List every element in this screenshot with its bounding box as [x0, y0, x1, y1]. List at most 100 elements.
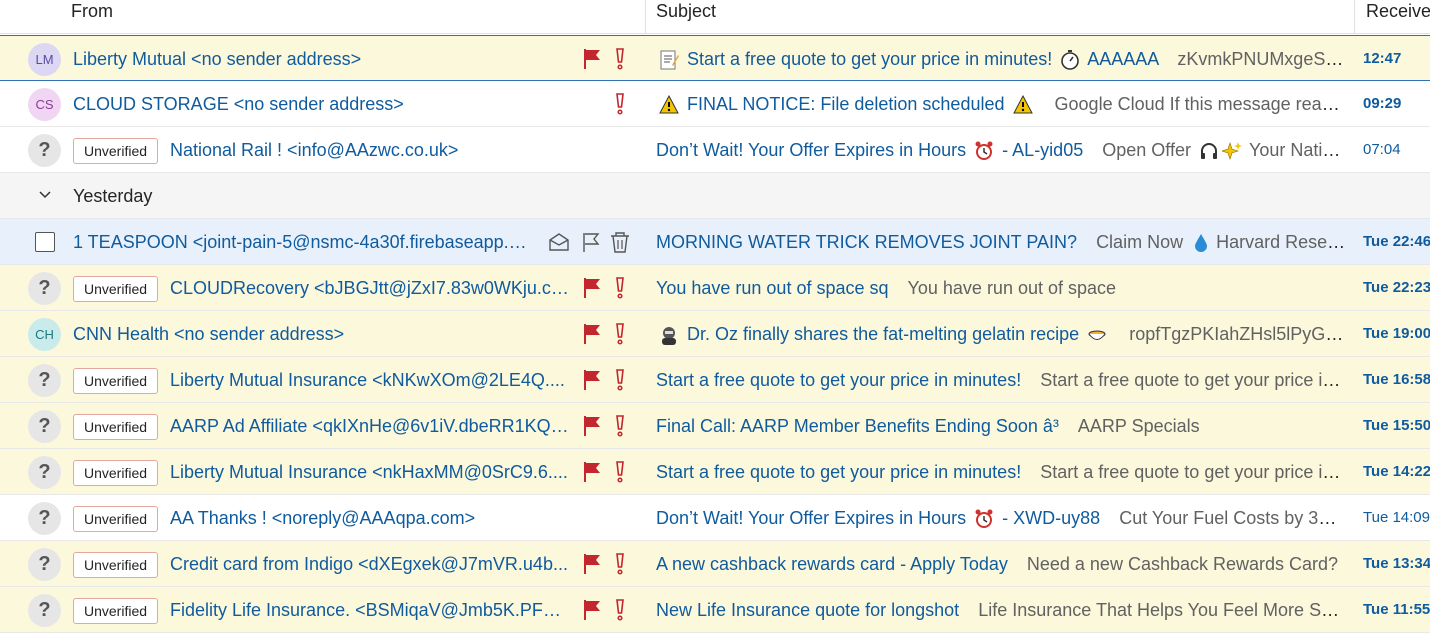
unverified-badge: Unverified	[73, 506, 159, 532]
avatar: ?	[28, 456, 61, 489]
message-row[interactable]: ? Unverified AARP Ad Affiliate <qkIXnHe@…	[0, 403, 1430, 449]
received-time: Tue 15:50	[1363, 417, 1430, 434]
flag-outline-icon	[583, 233, 600, 252]
sender-name: Liberty Mutual Insurance <nkHaxMM@0SrC9.…	[170, 462, 568, 482]
subject-cell: MORNING WATER TRICK REMOVES JOINT PAIN? …	[656, 229, 1346, 255]
column-subject[interactable]: Subject	[656, 0, 716, 33]
subject-text: Don’t Wait! Your Offer Expires in Hours	[656, 508, 967, 528]
chevron-down-icon[interactable]	[38, 190, 52, 200]
column-received[interactable]: Receivec	[1366, 0, 1430, 33]
unverified-badge: Unverified	[73, 414, 159, 440]
message-row[interactable]: LM Liberty Mutual <no sender address> St…	[0, 35, 1430, 81]
subject-cell: Start a free quote to get your price in …	[656, 367, 1346, 393]
sender-name: Fidelity Life Insurance. <BSMiqaV@Jmb5K.…	[170, 600, 570, 620]
subject-cell: Don’t Wait! Your Offer Expires in Hours …	[656, 505, 1346, 531]
avatar: CH	[28, 318, 61, 351]
sender-name: Liberty Mutual <no sender address>	[73, 49, 362, 69]
received-time: Tue 11:55	[1363, 601, 1430, 618]
preview-text: Start a free quote to get your price in.…	[1040, 462, 1346, 482]
important-icon	[616, 93, 624, 115]
sender-name: CLOUD STORAGE <no sender address>	[73, 94, 404, 114]
column-divider[interactable]	[1354, 0, 1355, 33]
received-time: Tue 14:22	[1363, 463, 1430, 480]
preview-text: Life Insurance That Helps You Feel More …	[978, 600, 1346, 620]
message-row[interactable]: ? Unverified Fidelity Life Insurance. <B…	[0, 587, 1430, 633]
flag-icon[interactable]	[582, 277, 602, 299]
droplet-icon	[1195, 234, 1208, 253]
preview-text: Open Offer	[1102, 140, 1191, 160]
subject-text: A new cashback rewards card - Apply Toda…	[656, 554, 1008, 574]
avatar: LM	[28, 43, 61, 76]
message-row[interactable]: ? Unverified Liberty Mutual Insurance <k…	[0, 357, 1430, 403]
preview-suffix: Harvard Research: Th...	[1216, 232, 1346, 252]
unverified-badge: Unverified	[73, 552, 159, 578]
sender-name: CNN Health <no sender address>	[73, 324, 345, 344]
received-time: 09:29	[1363, 95, 1402, 112]
group-label: Yesterday	[73, 186, 153, 206]
subject-cell: Final Call: AARP Member Benefits Ending …	[656, 413, 1346, 439]
subject-cell: You have run out of space sq You have ru…	[656, 275, 1346, 301]
sender-name: AA Thanks ! <noreply@AAAqpa.com>	[170, 508, 476, 528]
unverified-badge: Unverified	[73, 138, 159, 164]
message-row[interactable]: ? Unverified Credit card from Indigo <dX…	[0, 541, 1430, 587]
avatar: CS	[28, 88, 61, 121]
message-row[interactable]: ? Unverified CLOUDRecovery <bJBGJtt@jZxI…	[0, 265, 1430, 311]
received-time: Tue 22:23	[1363, 279, 1430, 296]
flag-icon[interactable]	[582, 461, 602, 483]
preview-text: Claim Now	[1096, 232, 1184, 252]
subject-text: Final Call: AARP Member Benefits Ending …	[656, 416, 1059, 436]
sender-name: CLOUDRecovery <bJBGJtt@jZxI7.83w0WKju.co…	[170, 278, 570, 298]
message-list: LM Liberty Mutual <no sender address> St…	[0, 35, 1430, 633]
received-time: Tue 14:09	[1363, 509, 1430, 526]
column-header: From Subject Receivec	[0, 0, 1430, 34]
flag-icon[interactable]	[582, 48, 602, 70]
alarm-clock-icon	[975, 141, 993, 161]
important-icon	[616, 415, 624, 437]
subject-suffix: - XWD-uy88	[1002, 508, 1101, 528]
column-from[interactable]: From	[71, 0, 113, 33]
avatar: ?	[28, 410, 61, 443]
received-time: Tue 13:34	[1363, 555, 1430, 572]
message-row[interactable]: CH CNN Health <no sender address> Dr. Oz…	[0, 311, 1430, 357]
message-row[interactable]: 1 TEASPOON <joint-pain-5@nsmc-4a30f.fire…	[0, 219, 1430, 265]
mark-read-icon	[549, 233, 569, 251]
subject-suffix: - AL-yid05	[1002, 140, 1084, 160]
memo-icon	[660, 50, 679, 70]
preview-text: ropfTgzPKIahZHsl5lPyG2Ox...	[1129, 324, 1346, 344]
message-row[interactable]: ? Unverified National Rail ! <info@AAzwc…	[0, 127, 1430, 173]
preview-suffix: Your Nation...	[1248, 140, 1346, 160]
column-divider[interactable]	[645, 0, 646, 33]
avatar: ?	[28, 594, 61, 627]
subject-text: New Life Insurance quote for longshot	[656, 600, 960, 620]
subject-text: Dr. Oz finally shares the fat-melting ge…	[687, 324, 1080, 344]
important-icon	[616, 461, 624, 483]
subject-cell: Don’t Wait! Your Offer Expires in Hours …	[656, 137, 1346, 163]
headphones-icon	[1200, 143, 1217, 160]
preview-text: Cut Your Fuel Costs by 35% ...	[1119, 508, 1346, 528]
message-row[interactable]: ? Unverified AA Thanks ! <noreply@AAAqpa…	[0, 495, 1430, 541]
bowl-icon	[1088, 330, 1106, 341]
message-row[interactable]: ? Unverified Liberty Mutual Insurance <n…	[0, 449, 1430, 495]
important-icon	[616, 599, 624, 621]
row-actions[interactable]	[548, 230, 634, 254]
flag-icon[interactable]	[582, 369, 602, 391]
unverified-badge: Unverified	[73, 276, 159, 302]
flag-icon[interactable]	[582, 323, 602, 345]
flag-icon[interactable]	[582, 415, 602, 437]
subject-text: Start a free quote to get your price in …	[687, 49, 1053, 69]
sparkles-icon	[1221, 142, 1242, 161]
important-icon	[616, 323, 624, 345]
select-checkbox[interactable]	[35, 232, 55, 252]
delete-icon	[611, 232, 629, 253]
sender-name: AARP Ad Affiliate <qkIXnHe@6v1iV.dbeRR1K…	[170, 416, 570, 436]
flag-icon[interactable]	[582, 599, 602, 621]
subject-text: MORNING WATER TRICK REMOVES JOINT PAIN?	[656, 232, 1078, 252]
preview-text: Need a new Cashback Rewards Card?	[1026, 554, 1339, 574]
flag-icon[interactable]	[582, 553, 602, 575]
group-header[interactable]: Yesterday	[0, 173, 1430, 219]
subject-text: Start a free quote to get your price in …	[656, 462, 1022, 482]
alarm-clock-icon	[975, 509, 993, 529]
important-icon	[616, 369, 624, 391]
message-row[interactable]: CS CLOUD STORAGE <no sender address> FIN…	[0, 81, 1430, 127]
preview-text: Google Cloud If this message reached...	[1054, 94, 1346, 114]
